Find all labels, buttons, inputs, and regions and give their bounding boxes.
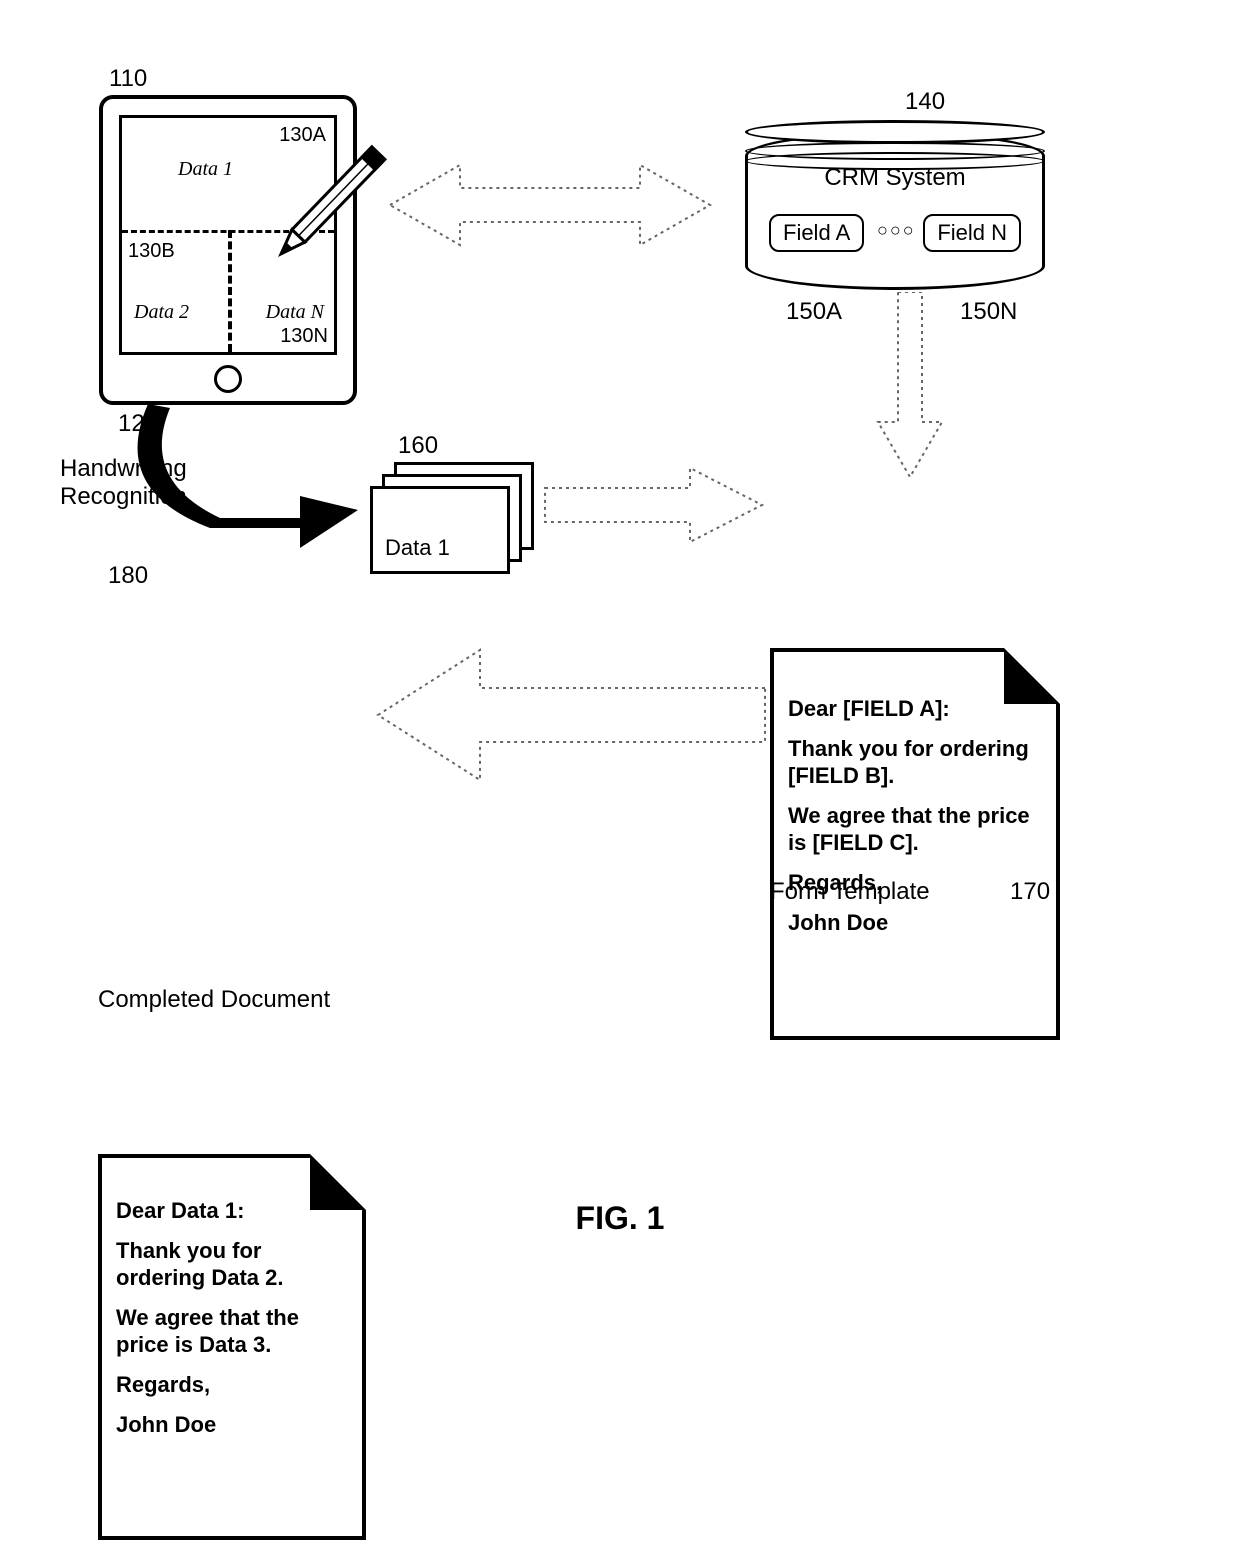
ref-160: 160 (398, 432, 438, 460)
home-button-icon (214, 365, 242, 393)
region-a-label: Data 1 (178, 158, 233, 181)
completed-doc-caption: Completed Document (98, 986, 330, 1014)
ref-180: 180 (108, 562, 148, 590)
field-a-box: Field A (769, 214, 864, 252)
form-template-caption: Form Template (770, 878, 930, 906)
field-ellipsis: ○○○ (877, 220, 916, 241)
completed-line-5: John Doe (116, 1412, 348, 1438)
ref-150A: 150A (786, 298, 842, 326)
crm-cylinder: CRM System Field A ○○○ Field N (745, 120, 1045, 290)
field-n-box: Field N (923, 214, 1021, 252)
ref-140: 140 (905, 88, 945, 116)
completed-line-4: Regards, (116, 1372, 348, 1398)
template-line-3: We agree that the price is [FIELD C]. (788, 803, 1042, 856)
region-n-label: Data N (266, 301, 324, 324)
ref-130N: 130N (280, 325, 328, 348)
form-template-doc: Dear [FIELD A]: Thank you for ordering [… (770, 648, 1060, 1040)
template-line-5: John Doe (788, 910, 1042, 936)
crm-title: CRM System (745, 164, 1045, 192)
bidirectional-arrow-icon (380, 150, 720, 260)
screen-vertical-divider (228, 230, 232, 352)
ref-170: 170 (1010, 878, 1050, 906)
template-line-2: Thank you for ordering [FIELD B]. (788, 736, 1042, 789)
pencil-icon (240, 130, 400, 300)
handwriting-recognition-label: Handwriting Recognition (60, 455, 187, 511)
down-arrow-icon (870, 292, 950, 482)
right-arrow-icon (540, 460, 770, 550)
left-arrow-icon (370, 640, 770, 790)
data-card-label: Data 1 (385, 535, 450, 561)
completed-line-3: We agree that the price is Data 3. (116, 1305, 348, 1358)
figure-label: FIG. 1 (0, 1200, 1240, 1237)
region-b-label: Data 2 (134, 301, 189, 324)
ref-110: 110 (109, 65, 147, 93)
ref-130B: 130B (128, 240, 175, 263)
completed-line-2: Thank you for ordering Data 2. (116, 1238, 348, 1291)
data-card-stack: Data 1 (370, 462, 550, 582)
ref-150N: 150N (960, 298, 1017, 326)
